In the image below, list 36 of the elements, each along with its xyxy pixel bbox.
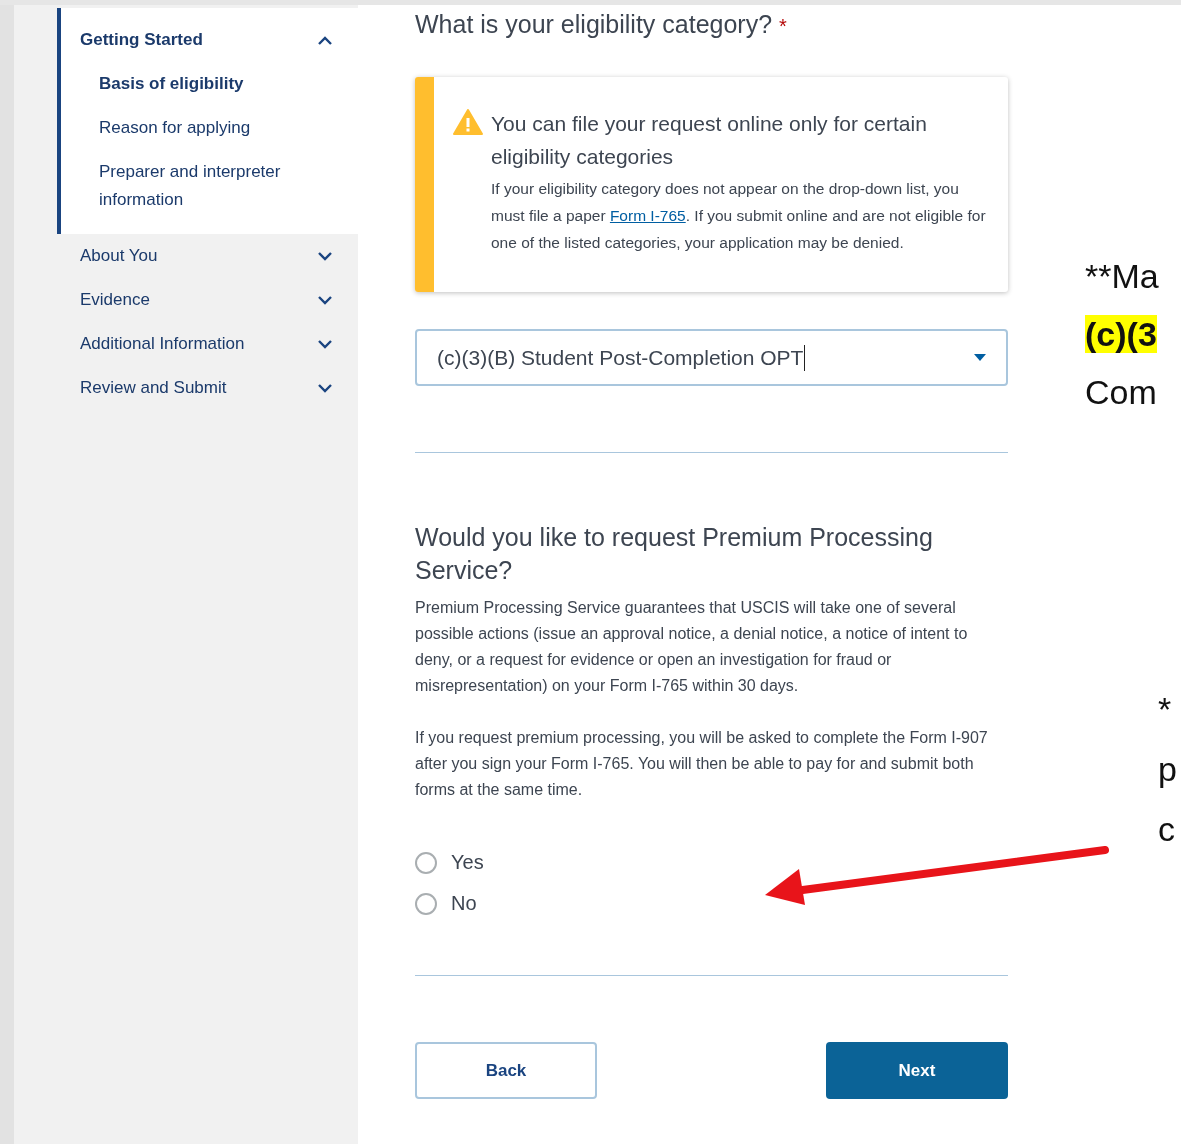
warning-icon bbox=[453, 109, 483, 135]
radio-button[interactable] bbox=[415, 892, 437, 915]
nav-section[interactable]: About You bbox=[57, 234, 358, 278]
description-text: If you request premium processing, you will be asked to complete the Form I-907 after you sign your Form I-765. You will then be able to pay for and submit both forms at the same time. bbox=[415, 728, 989, 800]
alert-text: If your eligibility category does not appear on the drop-down list, you must file a paper Form I-765. If you submit online and are not eligible for one of the listed categories, your application may be denied. bbox=[491, 179, 987, 253]
form-link[interactable]: Form I-765 bbox=[609, 207, 686, 224]
nav-section[interactable]: Review and Submit bbox=[57, 366, 358, 410]
question-label: What is your eligibility category? * bbox=[415, 10, 788, 39]
nav-section[interactable]: Evidence bbox=[57, 278, 358, 322]
back-button[interactable]: Back bbox=[415, 1042, 597, 1099]
nav-item[interactable]: Reason for applying bbox=[61, 106, 358, 150]
annotation-text: Com bbox=[1085, 373, 1157, 411]
chevron-down-icon bbox=[318, 251, 332, 261]
annotation-text: p bbox=[1158, 750, 1177, 788]
nav-item[interactable]: Preparer and interpreter information bbox=[61, 150, 358, 222]
annotation-text: c bbox=[1158, 810, 1175, 848]
chevron-down-icon bbox=[318, 339, 332, 349]
chevron-down-icon bbox=[318, 295, 332, 305]
alert-title: You can file your request online only for certain eligibility categories bbox=[491, 111, 928, 170]
caret-icon bbox=[974, 354, 986, 361]
radio-option[interactable]: No bbox=[415, 892, 477, 915]
section-heading: Would you like to request Premium Processing Service? bbox=[415, 522, 934, 586]
nav-section[interactable]: Additional Information bbox=[57, 322, 358, 366]
radio-button[interactable] bbox=[415, 851, 437, 874]
next-button[interactable]: Next bbox=[826, 1042, 1008, 1099]
annotation-text: (c)(3 bbox=[1085, 315, 1157, 353]
nav-item[interactable]: Basis of eligibility bbox=[61, 62, 358, 106]
nav-section[interactable]: Getting Started bbox=[61, 8, 358, 62]
category-dropdown[interactable]: (c)(3)(B) Student Post-Completion OPT bbox=[415, 329, 1008, 386]
radio-option[interactable]: Yes bbox=[415, 851, 484, 874]
annotation-text: **Ma bbox=[1085, 257, 1159, 295]
description-text: Premium Processing Service guarantees that USCIS will take one of several possible actions (issue an approval notice, a denial notice, a notice of intent to deny, or a request for evidence or open an investigation for fraud or misrepresentation) on your Form I-765 within 30 days. bbox=[415, 598, 969, 696]
required-mark: * bbox=[779, 15, 787, 37]
chevron-down-icon bbox=[318, 383, 332, 393]
annotation-text: * bbox=[1158, 690, 1172, 728]
chevron-up-icon bbox=[318, 35, 332, 45]
